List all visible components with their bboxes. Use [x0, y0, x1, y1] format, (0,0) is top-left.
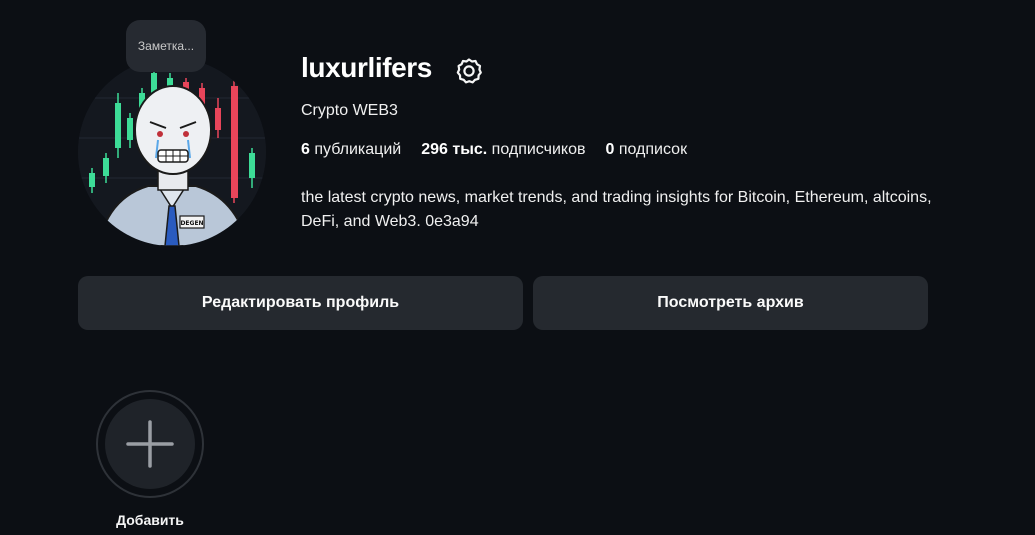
stat-posts[interactable]: 6 публикаций	[301, 141, 401, 159]
stat-posts-count: 6	[301, 141, 310, 158]
new-highlight-ring[interactable]	[96, 390, 204, 498]
new-highlight-circle[interactable]	[105, 399, 195, 489]
edit-profile-button[interactable]: Редактировать профиль	[78, 276, 523, 330]
avatar[interactable]: DEGEN	[78, 58, 266, 246]
profile-username: luxurlifers	[301, 52, 432, 83]
avatar-badge-text: DEGEN	[180, 220, 203, 227]
note-bubble[interactable]: Заметка...	[126, 20, 206, 72]
profile-bio: the latest crypto news, market trends, a…	[301, 189, 932, 230]
plus-icon	[126, 420, 174, 468]
stat-followers[interactable]: 296 тыс. подписчиков	[421, 141, 585, 159]
stat-following-count: 0	[605, 141, 615, 158]
note-text: Заметка...	[137, 39, 195, 53]
avatar-image: DEGEN	[78, 58, 266, 246]
stat-following-label: подписок	[618, 141, 688, 158]
new-highlight[interactable]: Добавить	[96, 390, 204, 528]
gear-icon[interactable]	[455, 57, 483, 85]
stat-following[interactable]: 0 подписок	[605, 141, 687, 159]
profile-stats: 6 публикаций 296 тыс. подписчиков 0 подп…	[301, 141, 707, 159]
profile-avatar-container[interactable]: DEGEN	[78, 58, 266, 246]
new-highlight-label: Добавить	[116, 512, 184, 528]
view-archive-button[interactable]: Посмотреть архив	[533, 276, 928, 330]
stat-posts-label: публикаций	[314, 141, 402, 158]
profile-full-name: Crypto WEB3	[301, 102, 398, 119]
stat-followers-label: подписчиков	[491, 141, 586, 158]
stat-followers-count: 296 тыс.	[421, 141, 488, 158]
